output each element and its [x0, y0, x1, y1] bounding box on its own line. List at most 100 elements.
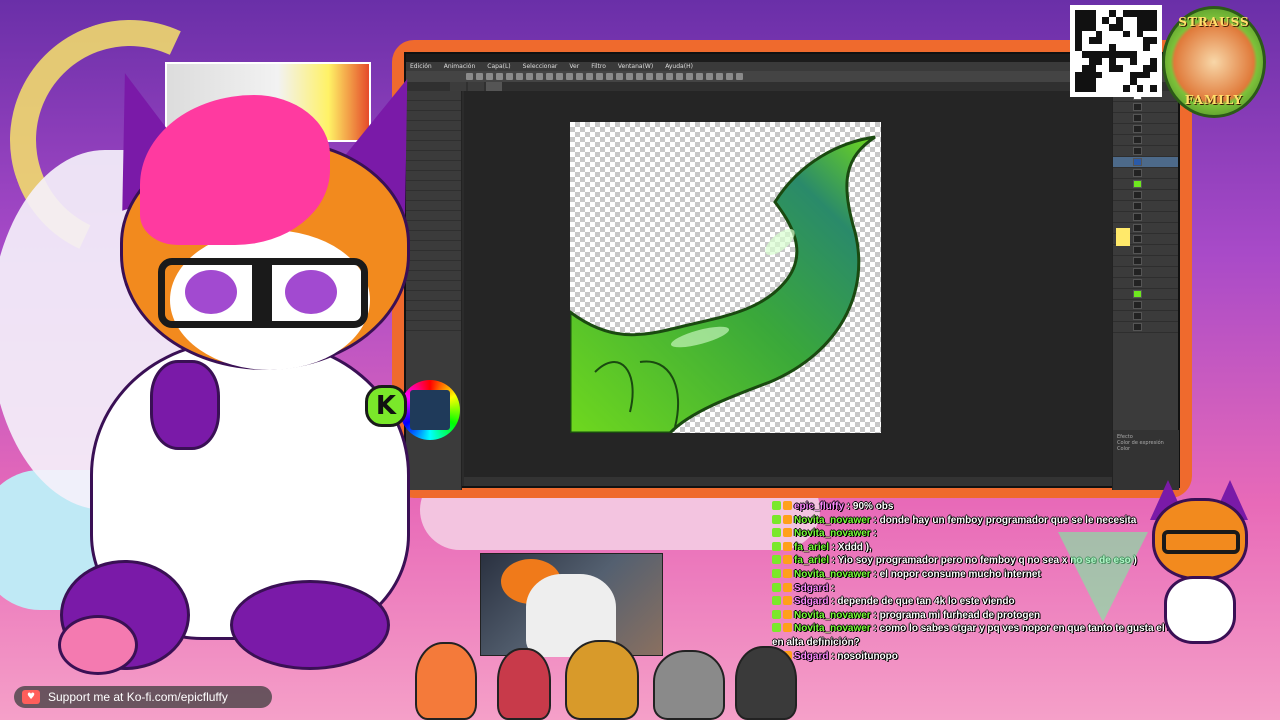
layer-row[interactable] [1113, 179, 1178, 190]
tool-button[interactable] [546, 73, 553, 80]
tool-button[interactable] [486, 73, 493, 80]
layer-row[interactable] [1113, 212, 1178, 223]
tool-button[interactable] [566, 73, 573, 80]
tool-button[interactable] [646, 73, 653, 80]
menu-item[interactable]: Filtro [591, 62, 606, 71]
tool-button[interactable] [536, 73, 543, 80]
color-square[interactable] [410, 390, 450, 430]
tool-button[interactable] [586, 73, 593, 80]
tool-button[interactable] [556, 73, 563, 80]
panel-row[interactable] [406, 211, 461, 221]
panel-row[interactable] [406, 281, 461, 291]
layer-row[interactable] [1113, 245, 1178, 256]
qr-cell [1095, 16, 1103, 24]
qr-cell [1129, 37, 1137, 45]
qr-cell [1081, 85, 1089, 92]
layer-row[interactable] [1113, 267, 1178, 278]
layer-row[interactable] [1113, 256, 1178, 267]
layer-row[interactable] [1113, 190, 1178, 201]
document-tab-active[interactable] [486, 82, 502, 91]
qr-cell [1143, 78, 1151, 86]
qr-cell [1122, 51, 1130, 58]
qr-cell [1136, 23, 1144, 31]
tool-button[interactable] [716, 73, 723, 80]
panel-row[interactable] [406, 311, 461, 321]
chat-badge-icon [783, 528, 792, 538]
color-dropdown[interactable]: Color [1117, 446, 1175, 452]
panel-row[interactable] [406, 221, 461, 231]
qr-cell [1102, 16, 1110, 24]
menu-item[interactable]: Seleccionar [523, 62, 558, 71]
qr-cell [1116, 57, 1123, 65]
menu-item[interactable]: Edición [410, 62, 432, 71]
qr-cell [1136, 16, 1144, 24]
tool-button[interactable] [696, 73, 703, 80]
layer-thumbnail [1133, 279, 1142, 287]
qr-cell [1136, 37, 1144, 45]
document-tab[interactable] [450, 82, 466, 91]
panel-row[interactable] [406, 321, 461, 331]
drawing-canvas[interactable] [570, 122, 881, 433]
panel-row[interactable] [406, 261, 461, 271]
qr-cell [1088, 23, 1096, 31]
tool-button[interactable] [496, 73, 503, 80]
layer-row[interactable] [1113, 300, 1178, 311]
tool-button[interactable] [506, 73, 513, 80]
layer-row[interactable] [1113, 289, 1178, 300]
tool-button[interactable] [516, 73, 523, 80]
tool-button[interactable] [656, 73, 663, 80]
menu-item[interactable]: Animación [444, 62, 476, 71]
tool-button[interactable] [666, 73, 673, 80]
tool-button[interactable] [526, 73, 533, 80]
tool-button[interactable] [636, 73, 643, 80]
canvas-area[interactable] [464, 91, 1114, 481]
tool-button[interactable] [626, 73, 633, 80]
panel-row[interactable] [406, 201, 461, 211]
qr-cell [1116, 78, 1123, 86]
tool-button[interactable] [596, 73, 603, 80]
layer-thumbnail [1133, 191, 1142, 199]
tool-button[interactable] [686, 73, 693, 80]
menu-item[interactable]: Ver [569, 62, 579, 71]
panel-row[interactable] [406, 191, 461, 201]
layer-row[interactable] [1113, 322, 1178, 333]
layer-row[interactable] [1113, 146, 1178, 157]
tool-button[interactable] [726, 73, 733, 80]
layer-row[interactable] [1113, 278, 1178, 289]
kofi-banner[interactable]: ♥ Support me at Ko-fi.com/epicfluffy [14, 686, 272, 708]
qr-cell [1088, 71, 1096, 79]
layer-row[interactable] [1113, 311, 1178, 322]
menu-item[interactable]: Ayuda(H) [665, 62, 693, 71]
tool-button[interactable] [466, 73, 473, 80]
layer-row-selected[interactable] [1113, 157, 1178, 168]
layer-row[interactable] [1113, 113, 1178, 124]
layer-row[interactable] [1113, 135, 1178, 146]
layer-row[interactable] [1113, 168, 1178, 179]
qr-cell [1095, 57, 1103, 65]
color-wheel[interactable] [400, 380, 460, 440]
panel-row[interactable] [406, 301, 461, 311]
qr-cell [1143, 44, 1151, 51]
panel-row[interactable] [406, 271, 461, 281]
menu-item[interactable]: Capa(L) [487, 62, 510, 71]
qr-cell [1143, 16, 1151, 24]
layer-row[interactable] [1113, 201, 1178, 212]
panel-row[interactable] [406, 251, 461, 261]
menu-item[interactable]: Ventana(W) [618, 62, 653, 71]
tool-button[interactable] [476, 73, 483, 80]
qr-cell [1109, 71, 1116, 79]
panel-row[interactable] [406, 231, 461, 241]
qr-cell [1129, 71, 1137, 79]
tool-button[interactable] [676, 73, 683, 80]
layer-row[interactable] [1113, 124, 1178, 135]
tool-button[interactable] [736, 73, 743, 80]
tool-button[interactable] [706, 73, 713, 80]
panel-row[interactable] [406, 291, 461, 301]
layer-thumbnail [1133, 312, 1142, 320]
tool-button[interactable] [576, 73, 583, 80]
panel-row[interactable] [406, 241, 461, 251]
tool-button[interactable] [606, 73, 613, 80]
qr-cell [1129, 78, 1137, 86]
document-tab[interactable] [468, 82, 484, 91]
tool-button[interactable] [616, 73, 623, 80]
